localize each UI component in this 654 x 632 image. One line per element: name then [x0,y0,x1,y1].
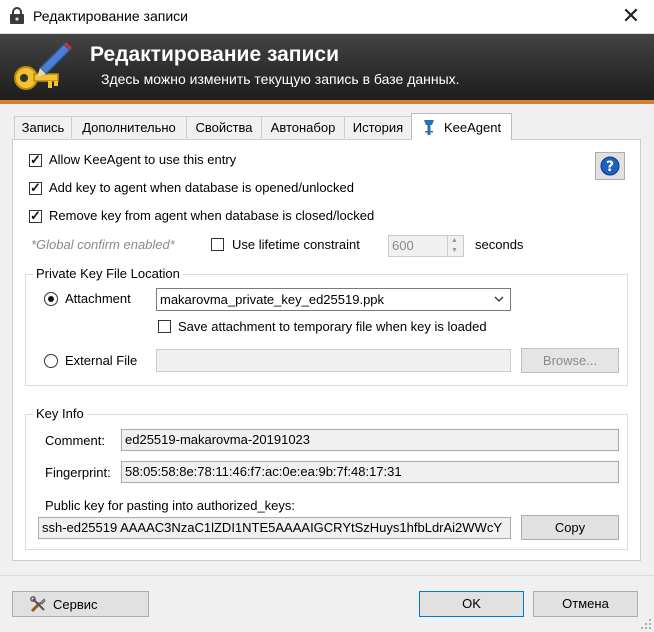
lifetime-label: Use lifetime constraint [232,237,360,252]
fingerprint-label: Fingerprint: [45,465,111,480]
banner-accent-line [0,100,654,104]
add-key-label: Add key to agent when database is opened… [49,180,355,195]
browse-button[interactable]: Browse... [521,348,619,373]
comment-field[interactable]: ed25519-makarovma-20191023 [121,429,619,451]
attachment-select-value: makarovma_private_key_ed25519.ppk [160,292,385,307]
lifetime-checkbox[interactable] [211,238,224,251]
tab-properties[interactable]: Свойства [186,116,262,138]
attachment-select[interactable]: makarovma_private_key_ed25519.ppk [156,288,511,311]
external-file-label: External File [65,353,138,368]
banner-subtitle: Здесь можно изменить текущую запись в ба… [101,71,460,87]
keepass-lock-icon [10,7,24,24]
add-key-checkbox[interactable] [29,180,42,196]
spinner-down-icon[interactable]: ▼ [451,247,458,254]
tab-history[interactable]: История [344,116,412,138]
copy-button[interactable]: Copy [521,515,619,540]
external-file-input[interactable] [156,349,511,372]
allow-keeagent-checkbox[interactable] [29,152,42,168]
save-temp-label: Save attachment to temporary file when k… [178,319,487,334]
lifetime-unit: seconds [475,237,524,252]
tab-keeagent[interactable]: KeeAgent [411,113,512,140]
help-button[interactable]: ? [595,152,625,180]
help-icon: ? [600,156,620,176]
save-temp-checkbox[interactable] [158,320,171,333]
window-title: Редактирование записи [33,8,188,24]
chevron-down-icon [494,296,504,302]
resize-grip-icon[interactable] [640,618,652,630]
public-key-label: Public key for pasting into authorized_k… [45,498,296,513]
tab-autotype[interactable]: Автонабор [261,116,345,138]
key-info-legend: Key Info [33,406,87,421]
remove-key-checkbox[interactable] [29,208,42,224]
service-button-label: Сервис [53,597,98,612]
attachment-radio[interactable] [44,292,58,306]
global-confirm-note: *Global confirm enabled* [31,237,175,252]
comment-label: Comment: [45,433,105,448]
lifetime-value-input[interactable]: 600 [388,235,448,257]
public-key-field[interactable]: ssh-ed25519 AAAAC3NzaC1lZDI1NTE5AAAAIGCR… [38,517,511,539]
attachment-label: Attachment [65,291,131,306]
tab-entry[interactable]: Запись [14,116,72,138]
external-file-radio[interactable] [44,354,58,368]
lifetime-spinner[interactable]: ▲ ▼ [447,235,464,257]
ok-button[interactable]: OK [419,591,524,617]
svg-text:?: ? [606,159,614,175]
tab-advanced[interactable]: Дополнительно [71,116,187,138]
service-button[interactable]: Сервис [12,591,149,617]
title-bar: Редактирование записи ✕ [0,0,654,34]
spinner-up-icon[interactable]: ▲ [451,237,458,244]
footer-divider [0,575,654,576]
keeagent-icon [424,120,434,135]
tools-icon [30,596,46,613]
cancel-button[interactable]: Отмена [533,591,638,617]
close-icon[interactable]: ✕ [616,2,646,30]
fingerprint-field[interactable]: 58:05:58:8e:78:11:46:f7:ac:0e:ea:9b:7f:4… [121,461,619,483]
private-key-legend: Private Key File Location [33,266,183,281]
remove-key-label: Remove key from agent when database is c… [49,208,375,223]
banner-title: Редактирование записи [90,43,339,66]
tab-keeagent-label: KeeAgent [444,120,502,135]
allow-keeagent-label: Allow KeeAgent to use this entry [49,152,237,167]
key-pen-icon [14,42,72,90]
header-banner: Редактирование записи Здесь можно измени… [0,34,654,104]
